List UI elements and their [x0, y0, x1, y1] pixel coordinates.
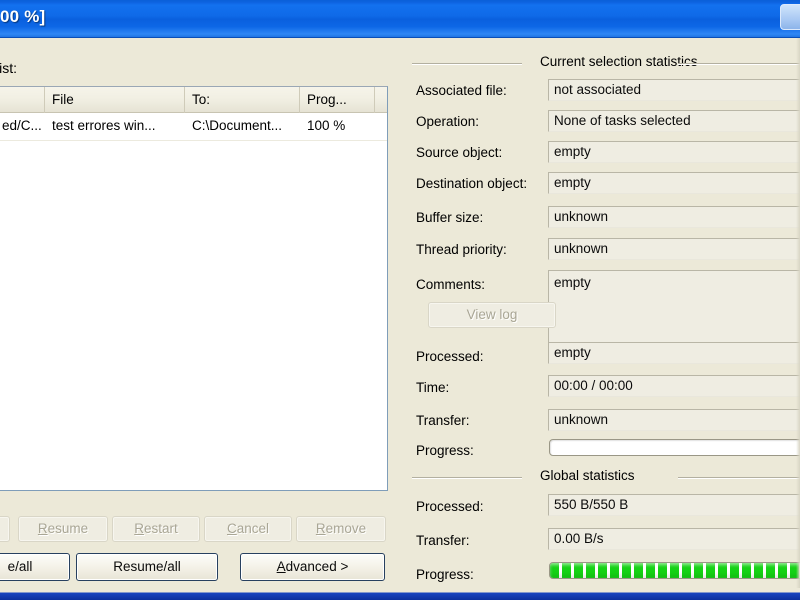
group-separator-right — [678, 63, 800, 65]
destination-object-value: empty — [548, 172, 800, 194]
column-header-index[interactable] — [0, 87, 45, 113]
buffer-size-label: Buffer size: — [416, 210, 484, 225]
group-separator-left — [412, 63, 522, 65]
current-statistics-title: Current selection statistics — [540, 54, 698, 69]
table-cell: test errores win... — [52, 118, 156, 133]
thread-priority-label: Thread priority: — [416, 242, 507, 257]
window-titlebar[interactable]: 00 %] — [0, 0, 800, 38]
copy-task-window: 00 %] list: << FileTo:Prog... ed/C...tes… — [0, 0, 800, 600]
task-list-body[interactable]: ed/C... test errores win... C:\Document...… — [0, 113, 387, 141]
table-cell: ed/C... — [2, 118, 42, 133]
window-restore-button[interactable] — [780, 4, 800, 30]
current-transfer-value: unknown — [548, 409, 800, 431]
global-processed-value: 550 B/550 B — [548, 494, 800, 516]
current-processed-value: empty — [548, 342, 800, 364]
global-statistics-title: Global statistics — [540, 468, 635, 483]
associated-file-label: Associated file: — [416, 83, 507, 98]
global-processed-label: Processed: — [416, 499, 484, 514]
current-time-label: Time: — [416, 380, 450, 395]
operation-label: Operation: — [416, 114, 480, 129]
destination-object-label: Destination object: — [416, 176, 528, 191]
table-row[interactable]: ed/C... test errores win... C:\Document...… — [0, 113, 387, 141]
global-transfer-label: Transfer: — [416, 533, 470, 548]
view-log-button[interactable]: View log — [428, 302, 556, 328]
pause-button — [0, 516, 10, 542]
operation-value: None of tasks selected — [548, 110, 800, 132]
column-header-to[interactable]: To: — [185, 87, 300, 113]
table-cell: C:\Document... — [192, 118, 283, 133]
associated-file-value: not associated — [548, 79, 800, 101]
buffer-size-value: unknown — [548, 206, 800, 228]
pause-all-button[interactable]: e/all — [0, 553, 70, 581]
task-list-pane: list: << FileTo:Prog... ed/C...test erro… — [0, 38, 396, 600]
thread-priority-value: unknown — [548, 238, 800, 260]
task-listview[interactable]: File To: Prog... ed/C... test errores win..… — [0, 86, 388, 491]
current-processed-label: Processed: — [416, 349, 484, 364]
statistics-pane: Current selection statistics Associated … — [400, 38, 800, 583]
current-transfer-label: Transfer: — [416, 413, 470, 428]
window-right-edge — [796, 38, 800, 588]
column-header-prog[interactable]: Prog... — [300, 87, 375, 113]
task-list-label: list: — [0, 60, 17, 76]
cancel-button: Cancel — [204, 516, 292, 542]
task-list-header[interactable]: File To: Prog... — [0, 87, 387, 113]
current-progress-bar — [549, 439, 800, 456]
current-statistics-group-header: Current selection statistics — [400, 54, 800, 72]
comments-label: Comments: — [416, 277, 486, 292]
window-title: 00 %] — [0, 7, 46, 26]
remove-button: Remove — [296, 516, 386, 542]
source-object-value: empty — [548, 141, 800, 163]
global-separator-left — [412, 477, 522, 479]
resume-all-button[interactable]: Resume/all — [76, 553, 218, 581]
source-object-label: Source object: — [416, 145, 503, 160]
advanced-button[interactable]: Advanced > — [240, 553, 385, 581]
window-bottom-frame — [0, 588, 800, 600]
global-statistics-group-header: Global statistics — [400, 468, 800, 486]
resume-button: Resume — [18, 516, 108, 542]
restart-button: Restart — [112, 516, 200, 542]
current-time-value: 00:00 / 00:00 — [548, 375, 800, 397]
global-transfer-value: 0.00 B/s — [548, 528, 800, 550]
global-progress-label: Progress: — [416, 567, 474, 582]
current-progress-label: Progress: — [416, 443, 474, 458]
column-header-file[interactable]: File — [45, 87, 185, 113]
global-progress-bar — [549, 562, 800, 579]
global-separator-right — [678, 477, 800, 479]
global-progress-fill — [550, 563, 800, 578]
table-cell: 100 % — [307, 118, 346, 133]
